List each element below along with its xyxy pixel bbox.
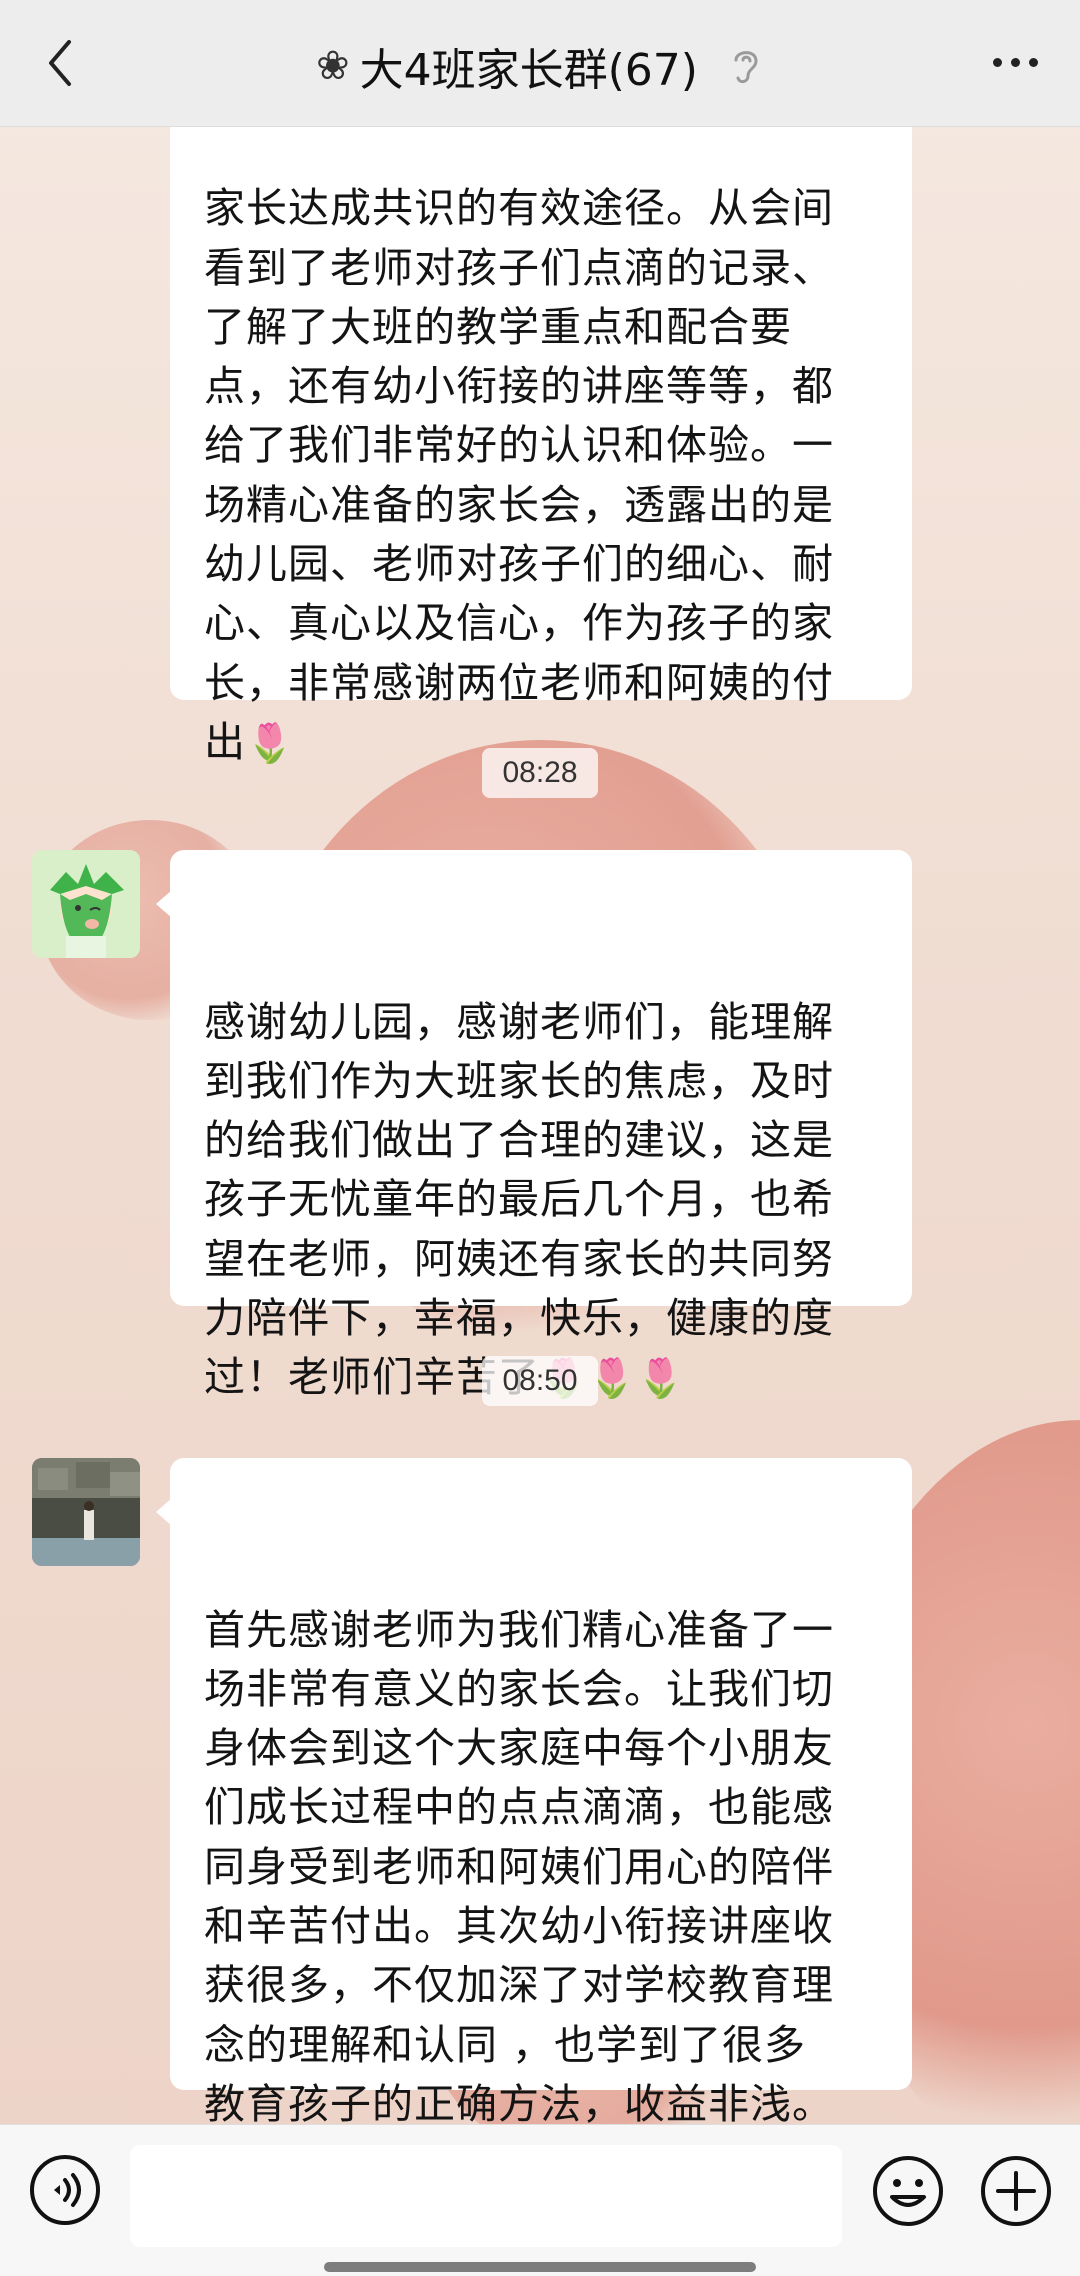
input-bar <box>0 2124 1080 2276</box>
avatar[interactable] <box>32 1458 140 1566</box>
message-bubble[interactable]: 家长达成共识的有效途径。从会间 看到了老师对孩子们点滴的记录、 了解了大班的教学… <box>170 96 912 766</box>
more-dots-icon <box>1010 57 1020 67</box>
more-dots-icon <box>1028 57 1038 67</box>
message-input[interactable] <box>130 2145 842 2247</box>
message-text: 首先感谢老师为我们精心准备了一 场非常有意义的家长会。让我们切 身体会到这个大家… <box>204 1605 834 2188</box>
voice-icon <box>30 2155 100 2225</box>
voice-button[interactable] <box>28 2153 102 2227</box>
message-text: 感谢幼儿园，感谢老师们，能理解 到我们作为大班家长的焦虑，及时 的给我们做出了合… <box>204 997 834 1402</box>
timestamp: 08:28 <box>482 748 598 798</box>
group-name: 大4班家长群(67) <box>359 45 698 96</box>
plus-icon <box>981 2156 1051 2226</box>
timestamp: 08:50 <box>482 1356 598 1406</box>
tulip-emoji: 🌷 <box>246 720 295 765</box>
avatar[interactable] <box>32 850 140 958</box>
more-options-button[interactable] <box>980 34 1050 90</box>
emoji-button[interactable] <box>870 2153 946 2229</box>
cartoon-avatar-icon <box>32 850 140 958</box>
chat-header: ❀ 大4班家长群(67) <box>0 0 1080 127</box>
title-flower-glyph: ❀ <box>316 43 350 89</box>
chat-title[interactable]: ❀ 大4班家长群(67) <box>0 34 1080 98</box>
bubble-tail <box>156 1498 172 1526</box>
photo-avatar-icon <box>32 1458 140 1566</box>
more-dots-icon <box>992 57 1002 67</box>
ear-mute-icon <box>734 51 758 84</box>
home-indicator[interactable] <box>324 2262 756 2272</box>
bubble-tail <box>156 890 172 918</box>
message-bubble[interactable]: 感谢幼儿园，感谢老师们，能理解 到我们作为大班家长的焦虑，及时 的给我们做出了合… <box>156 850 912 1401</box>
emoji-icon <box>873 2156 943 2226</box>
message-text: 家长达成共识的有效途径。从会间 看到了老师对孩子们点滴的记录、 了解了大班的教学… <box>204 184 834 766</box>
more-functions-button[interactable] <box>978 2153 1054 2229</box>
message-bubble[interactable]: 首先感谢老师为我们精心准备了一 场非常有意义的家长会。让我们切 身体会到这个大家… <box>156 1458 912 2187</box>
